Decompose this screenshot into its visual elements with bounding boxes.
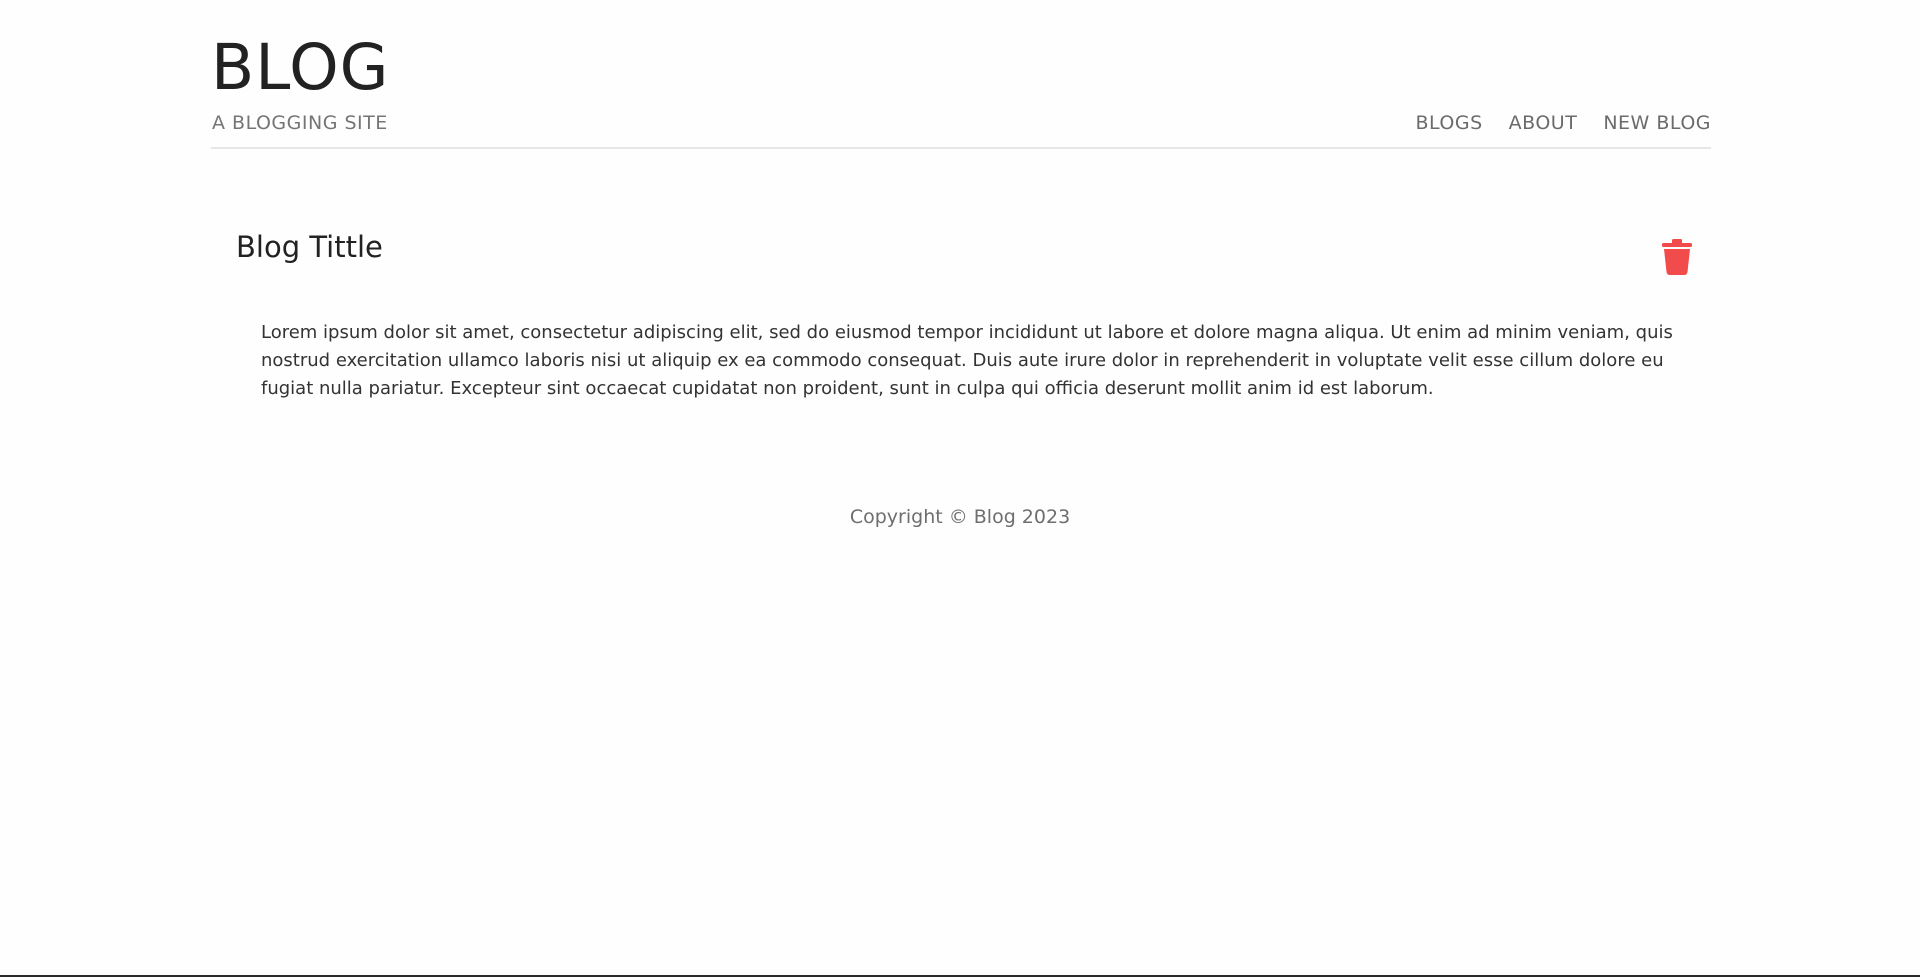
copyright-text: Copyright © Blog 2023 [849,506,1071,528]
nav-link-new-blog[interactable]: NEW BLOG [1603,110,1711,136]
trash-icon [1662,239,1692,275]
post-body: Lorem ipsum dolor sit amet, consectetur … [261,322,1673,399]
site-subtitle: A BLOGGING SITE [212,112,388,134]
nav-link-about[interactable]: ABOUT [1509,110,1578,136]
site-title: BLOG [211,31,390,104]
site-header: BLOG A BLOGGING SITE BLOGS ABOUT NEW BLO… [211,0,1711,149]
post-title: Blog Tittle [236,230,383,264]
page: BLOG A BLOGGING SITE BLOGS ABOUT NEW BLO… [0,0,1920,977]
main-nav: BLOGS ABOUT NEW BLOG [1415,110,1711,136]
delete-post-button[interactable] [1659,236,1695,276]
site-footer: Copyright © Blog 2023 [0,503,1920,531]
nav-link-blogs[interactable]: BLOGS [1415,110,1482,136]
